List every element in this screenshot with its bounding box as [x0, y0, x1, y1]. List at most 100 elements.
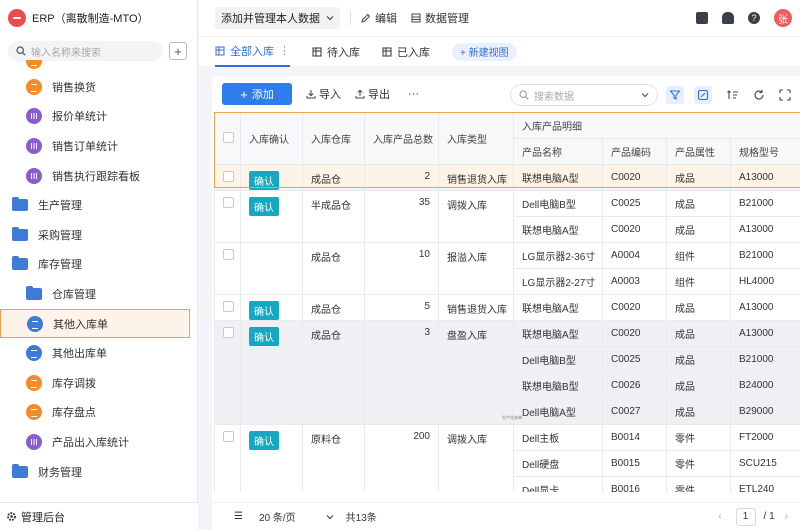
header-product-attr[interactable]: 产品属性: [666, 138, 731, 165]
header-spec[interactable]: 规格型号: [730, 138, 800, 165]
sidebar-item[interactable]: 销售执行跟踪看板: [0, 161, 198, 191]
page-size-select[interactable]: 20 条/页: [259, 509, 296, 524]
row-checkbox[interactable]: [223, 301, 234, 312]
import-icon: [306, 90, 316, 99]
sidebar-item[interactable]: 库存调拨: [0, 368, 198, 398]
edit-button[interactable]: 编辑: [361, 10, 397, 26]
admin-backend-link[interactable]: 管理后台: [0, 502, 198, 530]
select-all-cell: [214, 112, 241, 165]
confirm-button[interactable]: 确认: [249, 301, 279, 320]
confirm-button[interactable]: 确认: [249, 327, 279, 346]
total-cell: 5: [364, 294, 439, 321]
header-detail[interactable]: 入库产品明细: [513, 112, 800, 139]
confirm-button[interactable]: 确认: [249, 171, 279, 190]
table-icon: [312, 47, 322, 56]
more-actions-button[interactable]: ···: [408, 88, 419, 100]
export-label: 导出: [368, 89, 390, 101]
tab-more-icon[interactable]: ⋮: [279, 44, 290, 57]
gear-icon: [7, 512, 16, 521]
product-attr-cell: 成品: [666, 372, 731, 399]
product-name-cell: Dell主板: [513, 424, 603, 451]
sidebar-item-label: 生产管理: [38, 200, 82, 213]
row-checkbox[interactable]: [223, 197, 234, 208]
sidebar-item[interactable]: 库存管理: [0, 250, 198, 280]
chevron-down-icon[interactable]: [641, 91, 649, 99]
refresh-icon[interactable]: [750, 86, 768, 104]
sidebar-item[interactable]: 产品出入库统计: [0, 427, 198, 457]
row-checkbox[interactable]: [223, 249, 234, 260]
tab-all-inbound[interactable]: 全部入库 ⋮: [215, 37, 290, 67]
header-type[interactable]: 入库类型: [438, 112, 514, 165]
pagination-menu-icon[interactable]: ☰: [234, 511, 243, 522]
chevron-down-icon[interactable]: [326, 513, 334, 521]
prev-page-button[interactable]: ‹: [718, 511, 721, 522]
layout-icon[interactable]: [696, 12, 708, 24]
data-search-input[interactable]: 搜索数据: [510, 84, 658, 106]
product-code-cell: C0027: [602, 398, 667, 425]
table-row[interactable]: 确认 成品仓 2 销售退货入库 联想电脑A型 C0020 成品 A13000: [214, 164, 800, 191]
header-product-code[interactable]: 产品编码: [602, 138, 667, 165]
sidebar-search-input[interactable]: 输入名称来搜索: [8, 41, 163, 61]
chart-icon: [26, 137, 42, 154]
sidebar-item[interactable]: 销售换货: [0, 72, 198, 102]
header-total[interactable]: 入库产品总数: [364, 112, 439, 165]
product-code-cell: C0025: [602, 346, 667, 373]
header-product-name[interactable]: 产品名称: [513, 138, 603, 165]
row-checkbox[interactable]: [223, 171, 234, 182]
filter-icon[interactable]: [666, 86, 684, 104]
view-selector[interactable]: 添加并管理本人数据: [215, 7, 340, 29]
table-row[interactable]: 确认 成品仓 3 盘盈入库 联想电脑A型 C0020 成品 A13000: [214, 320, 800, 425]
tab-done-inbound[interactable]: 已入库: [382, 37, 430, 67]
sidebar-item[interactable]: 生产管理: [0, 190, 198, 220]
avatar[interactable]: 张: [774, 9, 792, 27]
sidebar-item[interactable]: 财务管理: [0, 457, 198, 487]
sort-icon[interactable]: [724, 86, 742, 104]
table-row[interactable]: 成品仓 10 报溢入库 LG显示器2-36寸 A0004 组件 B21000: [214, 242, 800, 295]
table-row[interactable]: 确认 半成品仓 35 调拨入库 Dell电脑B型 C0025 成品 B21000: [214, 190, 800, 243]
sidebar-item[interactable]: 其他入库单: [0, 308, 190, 339]
header-confirm[interactable]: 入库确认: [240, 112, 303, 165]
confirm-cell: 确认: [240, 190, 303, 243]
product-attr-cell: 成品: [666, 320, 731, 347]
sidebar-add-button[interactable]: +: [169, 42, 187, 60]
sidebar-item[interactable]: 其他出库单: [0, 338, 198, 368]
sidebar-item-label: 库存盘点: [52, 407, 96, 420]
topbar: 添加并管理本人数据 编辑 数据管理 ? 张: [199, 0, 800, 36]
select-all-checkbox[interactable]: [223, 131, 234, 143]
fullscreen-icon[interactable]: [776, 86, 794, 104]
sidebar-item[interactable]: 库存盘点: [0, 398, 198, 428]
next-page-button[interactable]: ›: [785, 511, 788, 522]
row-checkbox[interactable]: [223, 327, 234, 338]
table-icon: [215, 46, 225, 55]
table-row[interactable]: 确认 成品仓 5 销售退货入库 联想电脑A型 C0020 成品 A13000: [214, 294, 800, 321]
folder-icon: [12, 197, 28, 212]
help-icon[interactable]: ?: [748, 12, 760, 24]
sidebar-item-label: 销售换货: [52, 81, 96, 94]
import-button[interactable]: 导入: [306, 86, 341, 102]
plus-icon: +: [240, 86, 248, 102]
sidebar-item[interactable]: 仓库管理: [0, 279, 198, 309]
sidebar-item[interactable]: [0, 60, 198, 72]
notification-icon[interactable]: [722, 12, 734, 24]
data-manage-button[interactable]: 数据管理: [411, 10, 469, 26]
product-code-cell: C0020: [602, 294, 667, 321]
sidebar-item[interactable]: 采购管理: [0, 220, 198, 250]
row-checkbox[interactable]: [223, 431, 234, 442]
total-pages: / 1: [763, 511, 775, 522]
header-warehouse[interactable]: 入库仓库: [302, 112, 365, 165]
sidebar-item-label: 库存管理: [38, 259, 82, 272]
confirm-button[interactable]: 确认: [249, 431, 279, 450]
export-button[interactable]: 导出: [355, 86, 390, 102]
sidebar-item[interactable]: 报价单统计: [0, 102, 198, 132]
table-row[interactable]: 确认 原料仓 200 调拨入库 Dell主板 B0014 零件 FT2000: [214, 424, 800, 492]
current-page-input[interactable]: 1: [735, 507, 756, 526]
view-settings-icon[interactable]: [694, 86, 712, 104]
product-attr-cell: 成品: [666, 216, 731, 243]
sidebar-nav: 销售换货 报价单统计 销售订单统计 销售执行跟踪看板 生产管理 采购管理 库存管理 仓库管理其…: [0, 60, 198, 500]
add-record-button[interactable]: + 添加: [222, 83, 292, 105]
new-view-button[interactable]: + 新建视图: [452, 42, 517, 61]
sidebar-item[interactable]: 销售订单统计: [0, 131, 198, 161]
confirm-button[interactable]: 确认: [249, 197, 279, 216]
spec-cell: A13000: [730, 164, 800, 191]
tab-pending-inbound[interactable]: 待入库: [312, 37, 360, 67]
